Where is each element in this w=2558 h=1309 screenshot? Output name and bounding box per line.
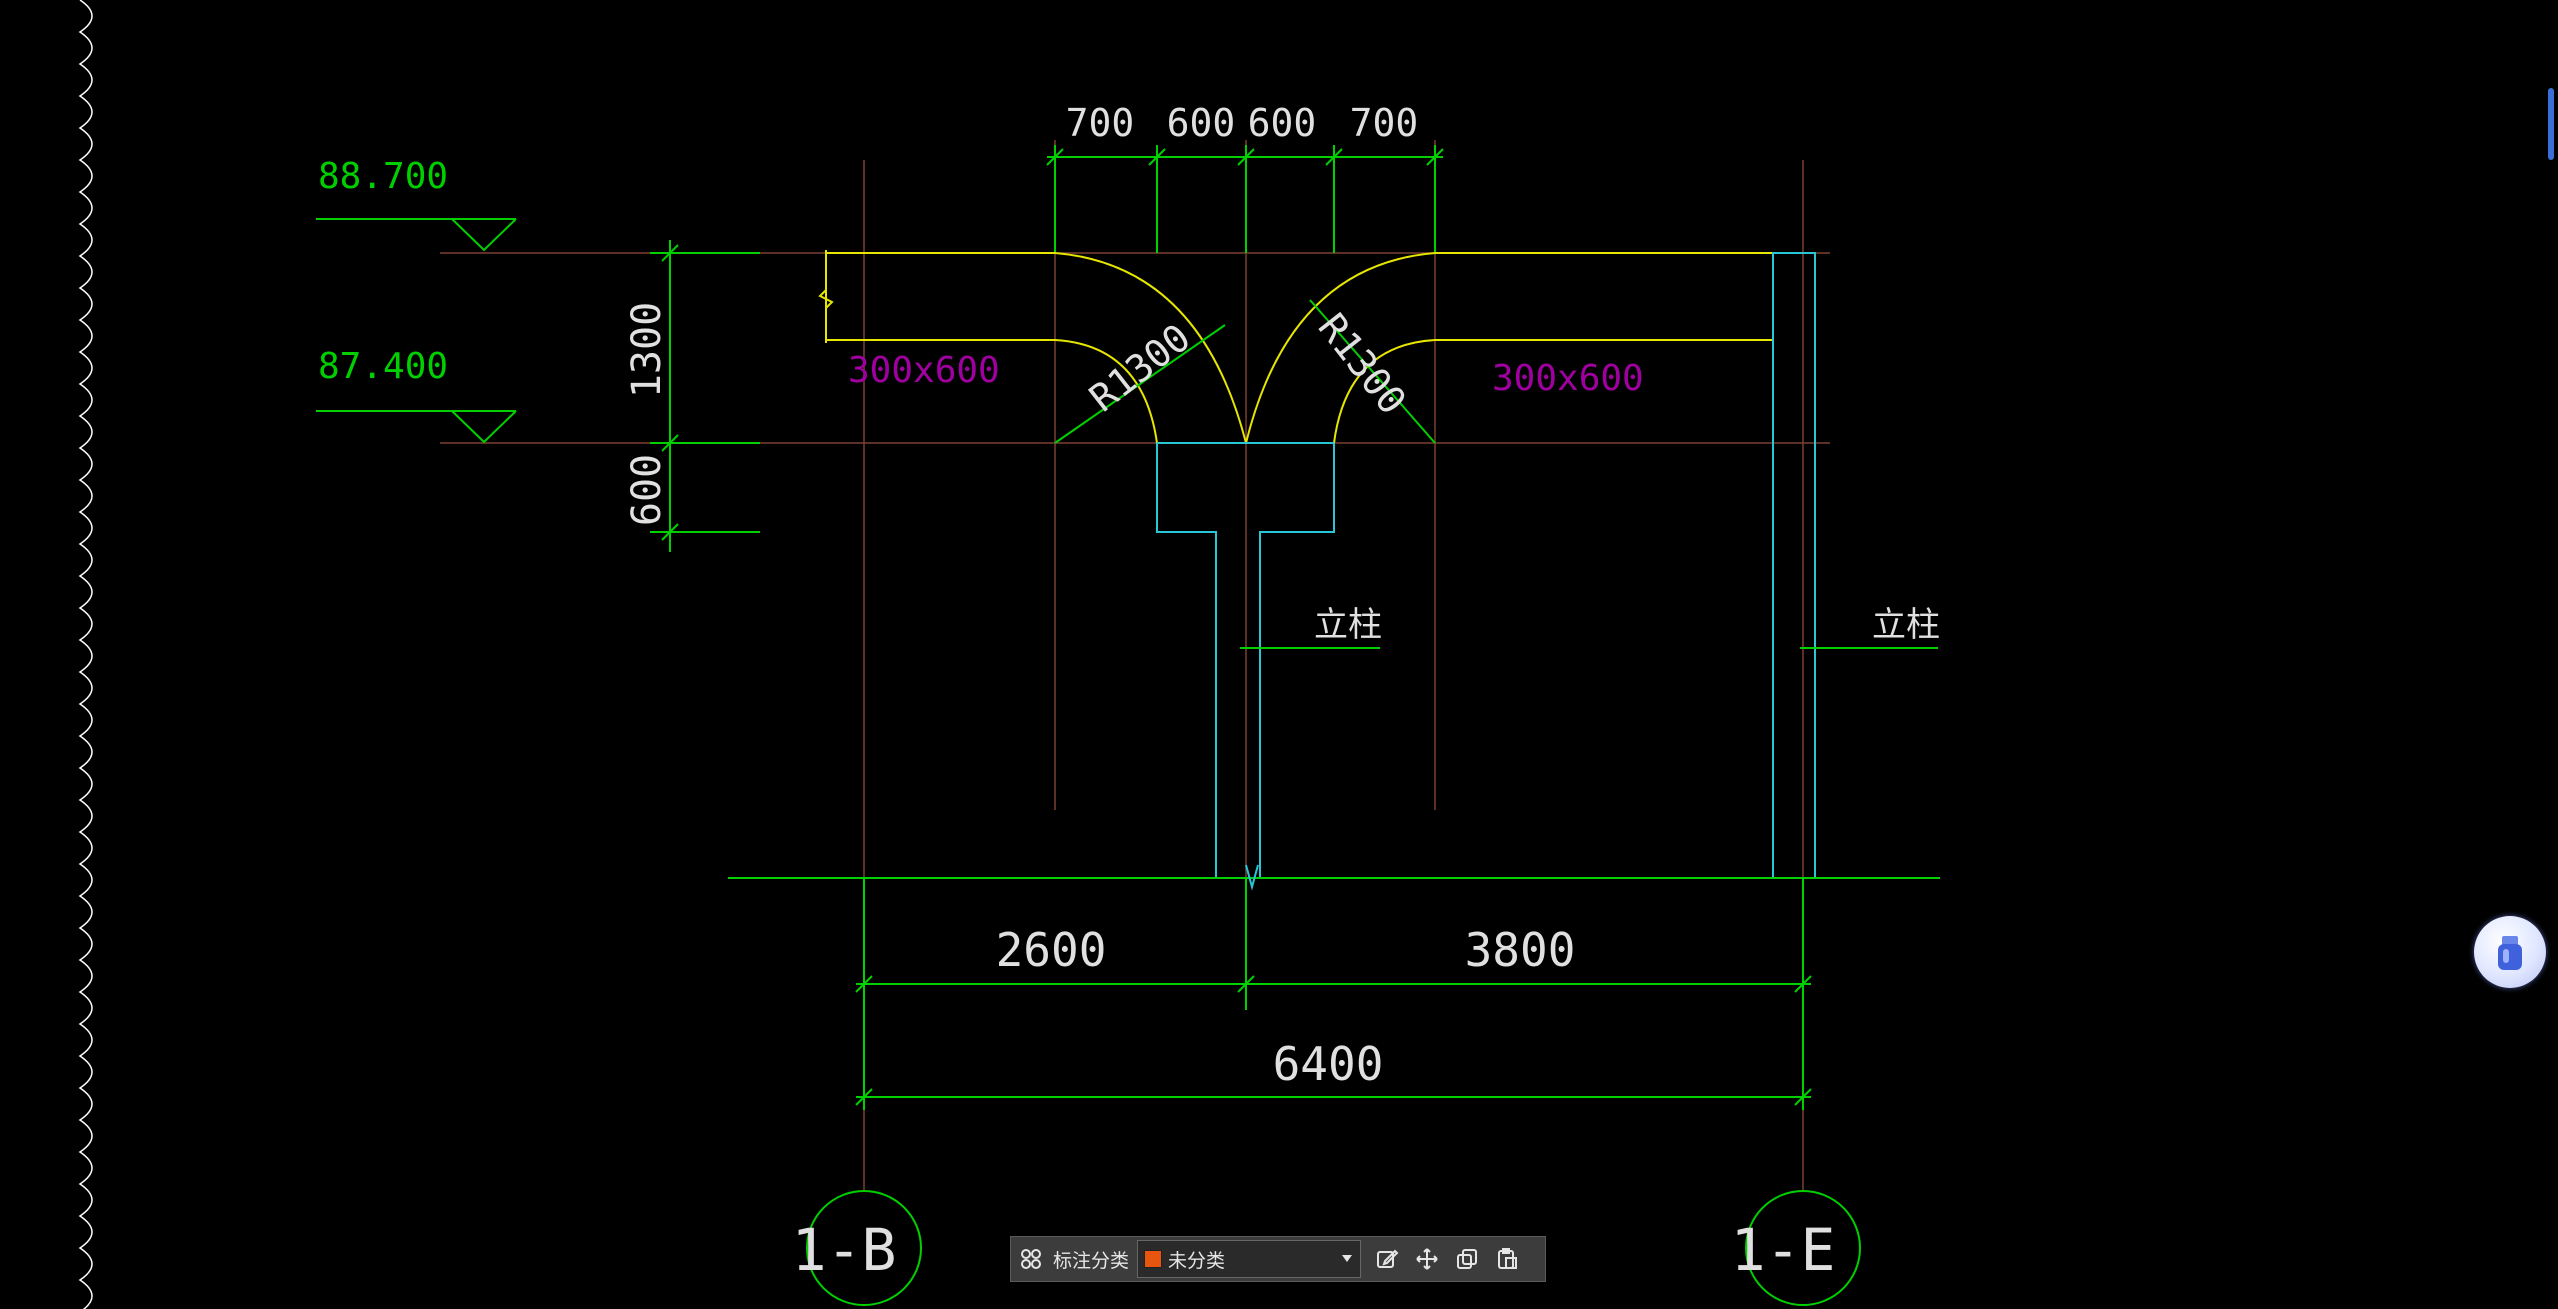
dim-700-right: 700 <box>1350 101 1419 145</box>
usb-drive-icon <box>2498 936 2522 970</box>
annotation-category-label: 标注分类 <box>1053 1250 1130 1272</box>
category-select-value: 未分类 <box>1168 1250 1226 1272</box>
dim-600-vertical: 600 <box>624 454 670 526</box>
annotation-toolbar: 标注分类 未分类 <box>1010 1236 1546 1282</box>
radius-label-right: R1300 <box>1310 305 1415 422</box>
scrollbar-thumb[interactable] <box>2548 88 2554 160</box>
dim-6400: 6400 <box>1273 1037 1384 1091</box>
paste-icon[interactable] <box>1487 1239 1527 1279</box>
elevation-label-88700: 88.700 <box>318 156 448 197</box>
chevron-down-icon <box>1342 1255 1353 1262</box>
elevation-label-87400: 87.400 <box>318 346 448 387</box>
break-mark-column <box>1245 864 1259 891</box>
dim-1300: 1300 <box>624 302 670 398</box>
dim-3800: 3800 <box>1465 923 1576 977</box>
category-select[interactable]: 未分类 <box>1137 1240 1362 1278</box>
dim-600-right: 600 <box>1248 101 1317 145</box>
beam-size-label-right: 300x600 <box>1492 358 1644 399</box>
beam-size-label-left: 300x600 <box>848 350 1000 391</box>
column-label-left: 立柱 <box>1314 605 1382 645</box>
elevation-marker-87400 <box>316 410 517 444</box>
top-dimension-chain <box>1046 145 1444 253</box>
axis-label-1E: 1-E <box>1731 1216 1836 1284</box>
axis-label-1B: 1-B <box>792 1216 897 1284</box>
copy-icon[interactable] <box>1447 1239 1487 1279</box>
revision-cloud-border <box>78 0 93 1309</box>
elevation-marker-88700 <box>316 218 517 252</box>
grid-icon[interactable] <box>1011 1239 1051 1279</box>
axis-lines <box>440 140 1830 1190</box>
cad-drawing-canvas[interactable]: 88.700 87.400 1300 600 700 600 600 700 R… <box>0 0 2558 1309</box>
columns <box>1156 252 1816 879</box>
category-color-swatch <box>1144 1250 1163 1268</box>
edit-icon[interactable] <box>1367 1239 1407 1279</box>
dim-600-left: 600 <box>1167 101 1236 145</box>
column-label-right: 立柱 <box>1872 605 1940 645</box>
radius-label-left: R1300 <box>1081 315 1198 420</box>
move-icon[interactable] <box>1407 1239 1447 1279</box>
beam-outline <box>825 250 1774 444</box>
dim-2600: 2600 <box>996 923 1107 977</box>
floating-assistant-button[interactable] <box>2474 916 2546 988</box>
dim-700-left: 700 <box>1066 101 1135 145</box>
